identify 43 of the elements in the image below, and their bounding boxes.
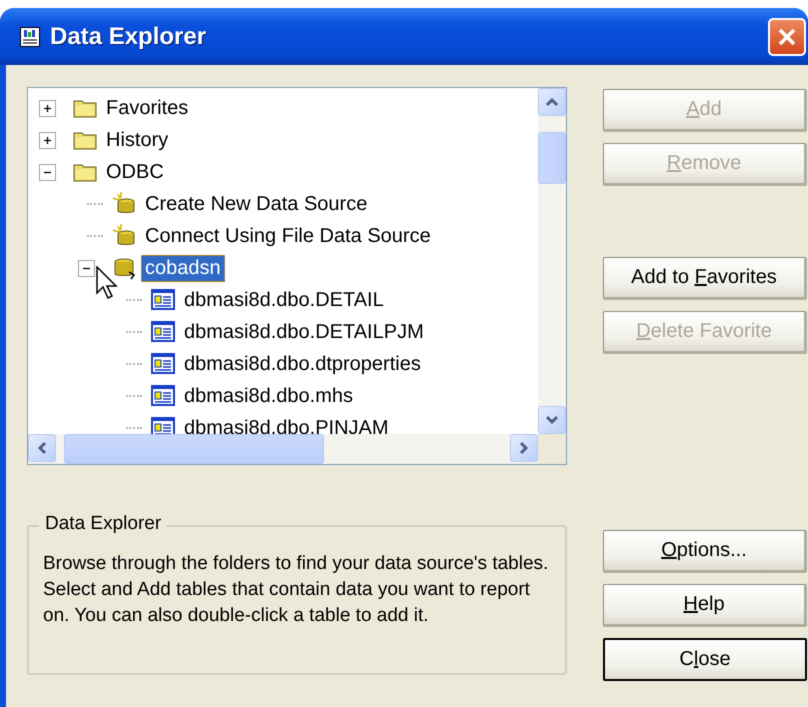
table-icon [150, 416, 176, 434]
close-button[interactable] [768, 18, 806, 56]
plus-icon [43, 136, 52, 144]
scroll-down-button[interactable] [538, 406, 566, 434]
plus-icon [43, 104, 52, 112]
window-title: Data Explorer [50, 22, 208, 50]
scroll-thumb[interactable] [538, 132, 566, 184]
mouse-pointer-icon [96, 266, 120, 300]
tree-item[interactable]: cobadsn [141, 254, 225, 282]
table-icon [150, 288, 176, 312]
tree-item[interactable]: dbmasi8d.dbo.DETAIL [180, 286, 388, 314]
help-text: Browse through the folders to find your data source's tables. Select and Add tables that contain data you want to report on. You can also double-click a table to add it. [43, 552, 550, 628]
table-icon [150, 352, 176, 376]
scroll-right-button[interactable] [510, 434, 538, 462]
dialog-button[interactable]: Help [603, 584, 807, 627]
collapse-button[interactable] [78, 260, 95, 276]
tree-item[interactable]: Connect Using File Data Source [141, 222, 435, 250]
tree-item[interactable]: dbmasi8d.dbo.mhs [180, 382, 357, 410]
table-icon [150, 320, 176, 344]
app-icon [20, 26, 40, 46]
collapse-button[interactable] [39, 164, 56, 180]
tree-item[interactable]: ODBC [102, 158, 168, 186]
horizontal-scrollbar[interactable] [28, 434, 566, 464]
tree-item[interactable]: Create New Data Source [141, 190, 372, 218]
database-sparkle-icon [111, 192, 137, 216]
dialog-button[interactable]: Options... [603, 530, 807, 573]
group-title: Data Explorer [39, 513, 168, 535]
tree-item[interactable]: dbmasi8d.dbo.dtproperties [180, 350, 425, 378]
tree-item[interactable]: Favorites [102, 94, 192, 122]
tree-item[interactable]: dbmasi8d.dbo.PINJAM [180, 414, 393, 434]
database-sparkle-icon [111, 224, 137, 248]
tree-item[interactable]: dbmasi8d.dbo.DETAILPJM [180, 318, 428, 346]
scroll-left-button[interactable] [28, 434, 56, 462]
scrollbar-corner [538, 434, 566, 464]
vertical-scrollbar[interactable] [538, 88, 566, 434]
dialog-button[interactable]: Close [603, 638, 807, 681]
tree-item[interactable]: History [102, 126, 172, 154]
scroll-thumb[interactable] [64, 434, 324, 464]
dialog-button[interactable]: Add to Favorites [603, 257, 807, 300]
expand-button[interactable] [39, 132, 56, 148]
table-icon [150, 384, 176, 408]
scroll-up-button[interactable] [538, 88, 566, 116]
expand-button[interactable] [39, 100, 56, 116]
